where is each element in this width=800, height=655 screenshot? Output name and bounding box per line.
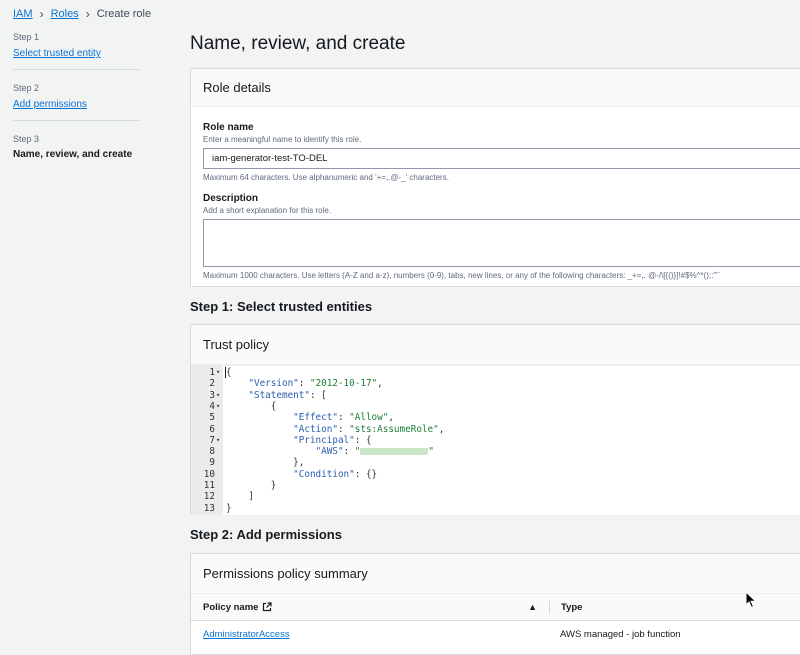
fold-toggle-icon[interactable]: ▾ (216, 390, 220, 401)
line-number: 5 (209, 412, 215, 424)
step-1: Step 1 Select trusted entity (13, 32, 140, 70)
code-line: 5 "Effect": "Allow", (191, 412, 800, 423)
panel-header: Trust policy (191, 325, 800, 365)
column-label: Policy name (203, 601, 259, 613)
role-name-constraint: Maximum 64 characters. Use alphanumeric … (203, 173, 449, 182)
step2-section-title: Step 2: Add permissions (190, 527, 342, 542)
role-name-description: Enter a meaningful name to identify this… (203, 135, 362, 144)
line-number: 12 (203, 491, 215, 503)
step-2: Step 2 Add permissions (13, 83, 140, 121)
step-3: Step 3 Name, review, and create (13, 134, 140, 170)
line-number: 10 (203, 468, 215, 480)
mouse-cursor-icon (745, 591, 757, 609)
trust-policy-editor[interactable]: 1 ▾{2 "Version": "2012-10-17", 3 ▾ "Stateme… (191, 365, 800, 515)
breadcrumb-iam[interactable]: IAM (13, 8, 33, 20)
policy-name-cell: AdministratorAccess (191, 629, 549, 640)
code-line: 12 ] (191, 491, 800, 502)
code-text: "AWS": " " (315, 446, 434, 458)
line-number: 13 (203, 502, 215, 514)
line-number: 9 (209, 457, 215, 469)
role-details-panel: Role details Role name Enter a meaningfu… (190, 68, 800, 287)
breadcrumb: IAM › Roles › Create role (13, 7, 151, 21)
code-line: 9 }, (191, 457, 800, 468)
fold-toggle-icon[interactable]: ▾ (216, 401, 220, 412)
step1-section-title: Step 1: Select trusted entities (190, 299, 373, 314)
step-current-label: Name, review, and create (13, 149, 133, 160)
chevron-right-icon: › (39, 7, 44, 21)
trust-policy-panel: Trust policy 1 ▾{2 "Version": "2012-10-17… (190, 324, 800, 515)
line-number: 4 (209, 400, 215, 412)
wizard-steps: Step 1 Select trusted entity Step 2 Add … (13, 32, 140, 183)
code-text: "Condition": {} (293, 468, 378, 480)
code-line: 6 "Action": "sts:AssumeRole", (191, 424, 800, 435)
code-line: 4 ▾ { (191, 401, 800, 412)
code-line: 3 ▾ "Statement": [ (191, 390, 800, 401)
description-field: Description Add a short explanation for … (191, 193, 800, 280)
fold-toggle-icon[interactable]: ▾ (216, 367, 220, 378)
step-link-add-permissions[interactable]: Add permissions (13, 99, 87, 110)
line-number: 6 (209, 423, 215, 435)
code-text: "Action": "sts:AssumeRole", (293, 423, 445, 435)
column-type[interactable]: Type (549, 600, 582, 614)
description-constraint: Maximum 1000 characters. Use letters (A-… (203, 271, 721, 280)
line-number: 8 (209, 446, 215, 458)
code-line: 7 ▾ "Principal": { (191, 435, 800, 446)
description-textarea[interactable] (203, 219, 800, 267)
role-name-input[interactable]: iam-generator-test-TO-DEL (203, 148, 800, 169)
code-line: 10 "Condition": {} (191, 469, 800, 480)
code-line: 13} (191, 503, 800, 514)
step-number: Step 3 (13, 134, 40, 144)
code-text: "Version": "2012-10-17", (248, 378, 383, 390)
code-text: } (226, 502, 232, 514)
chevron-right-icon: › (85, 7, 90, 21)
step-number: Step 2 (13, 83, 40, 93)
column-policy-name[interactable]: Policy name ▲ (191, 594, 549, 620)
code-line: 1 ▾ { (191, 367, 800, 378)
description-description: Add a short explanation for this role. (203, 206, 332, 215)
code-line: 2 "Version": "2012-10-17", (191, 378, 800, 389)
code-text: { (226, 367, 232, 378)
sort-ascending-icon[interactable]: ▲ (528, 602, 537, 612)
policy-link-administratoraccess[interactable]: AdministratorAccess (203, 629, 290, 640)
breadcrumb-current: Create role (96, 8, 152, 20)
description-label: Description (203, 193, 259, 204)
panel-header: Role details (191, 69, 800, 107)
code-text: "Principal": { (293, 434, 372, 446)
code-line: 11 } (191, 480, 800, 491)
table-row: AdministratorAccess AWS managed - job fu… (191, 621, 800, 647)
code-text: "Effect": "Allow", (293, 412, 394, 424)
code-line: 8 "AWS": " " (191, 446, 800, 457)
external-link-icon[interactable] (262, 602, 273, 612)
code-text: }, (226, 457, 305, 469)
code-text: ] (226, 491, 254, 503)
line-number: 7 (209, 434, 215, 446)
role-name-label: Role name (203, 122, 254, 133)
policy-type-cell: AWS managed - job function (560, 628, 681, 640)
code-text: } (226, 480, 277, 491)
code-text: { (226, 400, 277, 412)
panel-header: Permissions policy summary (191, 554, 800, 594)
page-title: Name, review, and create (190, 33, 406, 54)
fold-toggle-icon[interactable]: ▾ (216, 435, 220, 446)
step-number: Step 1 (13, 32, 40, 42)
role-name-field: Role name Enter a meaningful name to ide… (191, 122, 800, 182)
line-number: 1 (209, 367, 215, 378)
step-link-select-trusted-entity[interactable]: Select trusted entity (13, 48, 101, 59)
line-number: 2 (209, 378, 215, 390)
line-number: 11 (203, 480, 215, 491)
line-number: 3 (209, 389, 215, 401)
redacted-value (360, 448, 429, 456)
table-header: Policy name ▲ Type (191, 594, 800, 621)
code-text: "Statement": [ (248, 389, 327, 401)
breadcrumb-roles[interactable]: Roles (51, 8, 79, 20)
permissions-panel: Permissions policy summary Policy name ▲… (190, 553, 800, 655)
